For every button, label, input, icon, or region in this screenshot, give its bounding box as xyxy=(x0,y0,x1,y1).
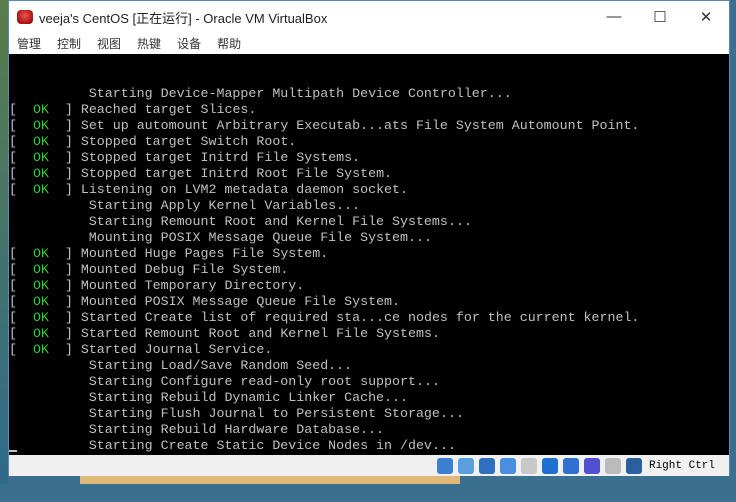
menu-item[interactable]: 管理 xyxy=(17,35,41,52)
ok-status: OK xyxy=(32,310,49,325)
menu-item[interactable]: 控制 xyxy=(57,35,81,52)
video-capture-icon[interactable] xyxy=(562,457,579,474)
maximize-button[interactable]: ☐ xyxy=(637,8,683,26)
console-line: [ OK ] Stopped target Switch Root. xyxy=(9,134,297,149)
menu-item[interactable]: 热键 xyxy=(137,35,161,52)
console-line: [ OK ] Mounted Huge Pages File System. xyxy=(9,246,329,261)
console-text: Starting Device-Mapper Multipath Device … xyxy=(88,86,512,101)
console-line: [ OK ] Started Remount Root and Kernel F… xyxy=(9,326,440,341)
console-text: Mounting POSIX Message Queue File System… xyxy=(88,230,432,245)
network-icon[interactable] xyxy=(478,457,495,474)
ok-status: OK xyxy=(32,342,49,357)
ok-status: OK xyxy=(32,118,49,133)
host-key-label: Right Ctrl xyxy=(648,459,715,472)
menu-item[interactable]: 帮助 xyxy=(217,35,241,52)
console-text: Mounted POSIX Message Queue File System. xyxy=(80,294,401,309)
console-line: Starting Remount Root and Kernel File Sy… xyxy=(9,214,729,230)
console-text: Reached target Slices. xyxy=(80,102,257,117)
console-line: [ OK ] Stopped target Initrd File System… xyxy=(9,150,361,165)
console-line: Mounting POSIX Message Queue File System… xyxy=(9,230,729,246)
console-line: Starting Apply Kernel Variables... xyxy=(9,198,729,214)
close-button[interactable]: ✕ xyxy=(683,8,729,26)
console-line: [ OK ] Listening on LVM2 metadata daemon… xyxy=(9,182,409,197)
console-text: Starting Rebuild Dynamic Linker Cache... xyxy=(88,390,408,405)
console-text: Starting Rebuild Hardware Database... xyxy=(88,422,385,437)
console-line: [ OK ] Mounted POSIX Message Queue File … xyxy=(9,294,401,309)
console-line: Starting Configure read-only root suppor… xyxy=(9,374,729,390)
keyboard-capture-icon[interactable] xyxy=(625,457,642,474)
console-line: [ OK ] Started Journal Service. xyxy=(9,342,273,357)
console-text: Starting Create Static Device Nodes in /… xyxy=(88,438,456,453)
console-text: Mounted Huge Pages File System. xyxy=(80,246,329,261)
cpu-icon[interactable] xyxy=(583,457,600,474)
console-line: Starting Load/Save Random Seed... xyxy=(9,358,729,374)
console-text: Started Remount Root and Kernel File Sys… xyxy=(80,326,440,341)
desktop-background xyxy=(0,0,8,484)
optical-drive-icon[interactable] xyxy=(457,457,474,474)
console-line: Starting Create Static Device Nodes in /… xyxy=(9,438,729,454)
text-cursor xyxy=(9,450,17,452)
console-text: Stopped target Switch Root. xyxy=(80,134,297,149)
console-text: Starting Configure read-only root suppor… xyxy=(88,374,440,389)
console-text: Starting Load/Save Random Seed... xyxy=(88,358,353,373)
title-bar: veeja's CentOS [正在运行] - Oracle VM Virtua… xyxy=(9,1,729,33)
hard-disk-icon[interactable] xyxy=(436,457,453,474)
console-line: Starting Rebuild Hardware Database... xyxy=(9,422,729,438)
ok-status: OK xyxy=(32,294,49,309)
console-line: [ OK ] Mounted Debug File System. xyxy=(9,262,289,277)
console-line: [ OK ] Set up automount Arbitrary Execut… xyxy=(9,118,640,133)
ok-status: OK xyxy=(32,166,49,181)
status-bar: Right Ctrl xyxy=(9,455,729,476)
console-line: [ OK ] Reached target Slices. xyxy=(9,102,257,117)
usb-icon[interactable] xyxy=(499,457,516,474)
console-text: Mounted Debug File System. xyxy=(80,262,289,277)
ok-status: OK xyxy=(32,262,49,277)
console-text: Started Journal Service. xyxy=(80,342,273,357)
virtualbox-window: veeja's CentOS [正在运行] - Oracle VM Virtua… xyxy=(8,0,730,476)
menu-bar: 管理 控制 视图 热键 设备 帮助 xyxy=(9,33,729,54)
console-text: Starting Apply Kernel Variables... xyxy=(88,198,361,213)
console-line: [ OK ] Stopped target Initrd Root File S… xyxy=(9,166,393,181)
console-text: Stopped target Initrd Root File System. xyxy=(80,166,393,181)
ok-status: OK xyxy=(32,326,49,341)
vm-console[interactable]: Starting Device-Mapper Multipath Device … xyxy=(9,54,729,469)
ok-status: OK xyxy=(32,278,49,293)
ok-status: OK xyxy=(32,182,49,197)
app-icon xyxy=(17,10,33,24)
ok-status: OK xyxy=(32,134,49,149)
menu-item[interactable]: 设备 xyxy=(177,35,201,52)
console-text: Set up automount Arbitrary Executab...at… xyxy=(80,118,640,133)
console-line: Starting Flush Journal to Persistent Sto… xyxy=(9,406,729,422)
console-text: Stopped target Initrd File Systems. xyxy=(80,150,361,165)
window-title: veeja's CentOS [正在运行] - Oracle VM Virtua… xyxy=(39,10,328,26)
console-line: Starting Device-Mapper Multipath Device … xyxy=(9,86,729,102)
ok-status: OK xyxy=(32,102,49,117)
console-text: Listening on LVM2 metadata daemon socket… xyxy=(80,182,409,197)
console-text: Mounted Temporary Directory. xyxy=(80,278,305,293)
display-icon[interactable] xyxy=(541,457,558,474)
console-text: Starting Flush Journal to Persistent Sto… xyxy=(88,406,464,421)
mouse-integration-icon[interactable] xyxy=(604,457,621,474)
console-line: [ OK ] Started Create list of required s… xyxy=(9,310,640,325)
ok-status: OK xyxy=(32,150,49,165)
console-text: Starting Remount Root and Kernel File Sy… xyxy=(88,214,472,229)
menu-item[interactable]: 视图 xyxy=(97,35,121,52)
console-text: Started Create list of required sta...ce… xyxy=(80,310,640,325)
console-line: [ OK ] Mounted Temporary Directory. xyxy=(9,278,305,293)
ok-status: OK xyxy=(32,246,49,261)
shared-folder-icon[interactable] xyxy=(520,457,537,474)
console-line: Starting Rebuild Dynamic Linker Cache... xyxy=(9,390,729,406)
minimize-button[interactable]: — xyxy=(591,8,637,26)
